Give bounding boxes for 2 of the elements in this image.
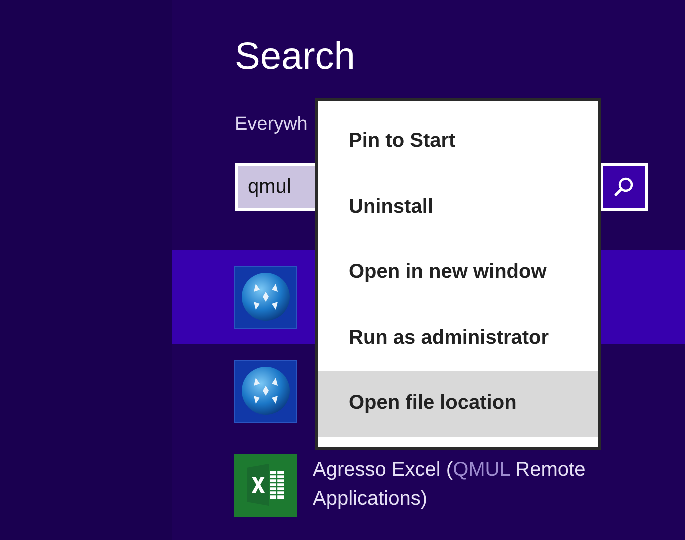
result-label: Agresso Excel (QMUL Remote Applications) [313, 458, 587, 512]
search-title: Search [235, 36, 356, 80]
